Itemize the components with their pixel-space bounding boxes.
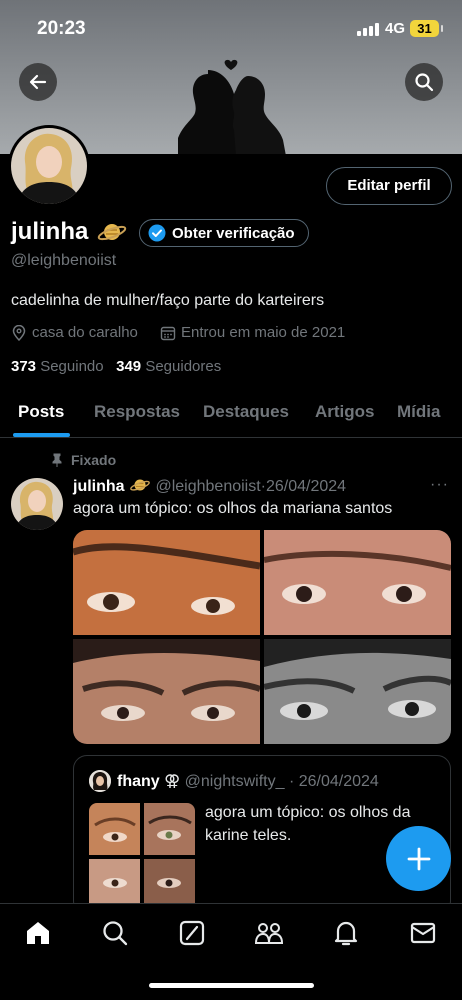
following-count: 373 bbox=[11, 358, 37, 375]
signal-icon bbox=[357, 23, 379, 36]
tweet-photo-4[interactable] bbox=[264, 639, 451, 744]
nav-communities[interactable] bbox=[254, 918, 284, 948]
pinned-label: Fixado bbox=[71, 452, 117, 468]
search-button[interactable] bbox=[405, 63, 443, 101]
tweet-photo-3[interactable] bbox=[73, 639, 260, 744]
nav-home[interactable] bbox=[23, 918, 53, 948]
nav-grok[interactable] bbox=[177, 918, 207, 948]
profile-tabs: Posts Respostas Destaques Artigos Mídia bbox=[0, 400, 462, 438]
avatar-photo bbox=[11, 128, 87, 204]
tab-posts[interactable]: Posts bbox=[18, 402, 64, 422]
quoted-separator: · bbox=[288, 773, 295, 790]
messages-icon bbox=[410, 922, 436, 944]
profile-avatar[interactable] bbox=[8, 125, 90, 207]
profile-location: casa do caralho bbox=[11, 324, 138, 341]
profile-bio: cadelinha de mulher/faço parte do kartei… bbox=[11, 292, 325, 309]
planet-emoji-icon bbox=[97, 224, 127, 241]
communities-icon bbox=[254, 923, 284, 944]
active-tab-indicator bbox=[13, 433, 70, 437]
search-icon bbox=[415, 73, 434, 92]
verified-badge-icon bbox=[148, 224, 166, 242]
nav-search[interactable] bbox=[100, 918, 130, 948]
plus-icon bbox=[407, 847, 430, 870]
get-verified-button[interactable]: Obter verificação bbox=[139, 219, 309, 247]
profile-joined: Entrou em maio de 2021 bbox=[160, 324, 345, 341]
get-verified-label: Obter verificação bbox=[172, 224, 295, 242]
tweet-photo-1[interactable] bbox=[73, 530, 260, 635]
location-label: casa do caralho bbox=[32, 324, 138, 341]
tweet-photo-2[interactable] bbox=[264, 530, 451, 635]
follow-stats: 373 Seguindo 349 Seguidores bbox=[11, 358, 221, 375]
quoted-tweet-header: fhany ⚢ @nightswifty_ · 26/04/2024 bbox=[117, 771, 379, 791]
tweet-photo-grid bbox=[73, 530, 451, 744]
home-indicator bbox=[149, 983, 314, 988]
nav-messages[interactable] bbox=[408, 918, 438, 948]
avatar-photo bbox=[11, 478, 63, 530]
quoted-author-handle: @nightswifty_ bbox=[184, 773, 285, 790]
tweet-author-name[interactable]: julinha bbox=[73, 478, 125, 495]
edit-profile-button[interactable]: Editar perfil bbox=[326, 167, 452, 205]
arrow-left-icon bbox=[29, 74, 47, 90]
grok-icon bbox=[179, 920, 205, 946]
calendar-icon bbox=[160, 326, 176, 340]
compose-post-button[interactable] bbox=[386, 826, 451, 891]
quoted-author-symbol: ⚢ bbox=[164, 773, 181, 790]
tweet-text: agora um tópico: os olhos da mariana san… bbox=[73, 500, 393, 517]
followers-link[interactable]: 349 Seguidores bbox=[116, 358, 221, 375]
search-icon bbox=[103, 921, 128, 946]
network-type: 4G bbox=[385, 20, 406, 37]
tweet-author-handle[interactable]: @leighbenoiist bbox=[155, 478, 260, 495]
quoted-date: 26/04/2024 bbox=[298, 773, 379, 790]
quoted-photo-grid bbox=[89, 803, 195, 911]
following-link[interactable]: 373 Seguindo bbox=[11, 358, 104, 375]
status-time: 20:23 bbox=[37, 18, 86, 39]
quoted-author-name: fhany bbox=[117, 773, 160, 790]
tab-replies[interactable]: Respostas bbox=[94, 402, 180, 422]
battery-icon: 31 bbox=[410, 20, 443, 37]
tweet-header: julinha @leighbenoiist·26/04/2024 bbox=[73, 476, 346, 496]
planet-emoji-icon bbox=[130, 479, 150, 491]
status-bar: 20:23 4G 31 bbox=[0, 0, 462, 56]
profile-display-name: julinha bbox=[11, 218, 89, 245]
followers-label: Seguidores bbox=[145, 358, 222, 375]
location-pin-icon bbox=[12, 324, 26, 341]
nav-notifications[interactable] bbox=[331, 918, 361, 948]
tab-articles[interactable]: Artigos bbox=[315, 402, 375, 422]
home-icon bbox=[27, 922, 49, 944]
profile-handle: @leighbenoiist bbox=[11, 252, 117, 269]
tweet-date[interactable]: 26/04/2024 bbox=[266, 478, 346, 495]
tab-highlights[interactable]: Destaques bbox=[203, 402, 289, 422]
pin-icon bbox=[52, 453, 62, 467]
following-label: Seguindo bbox=[40, 358, 104, 375]
pinned-indicator: Fixado bbox=[51, 452, 116, 468]
joined-label: Entrou em maio de 2021 bbox=[181, 324, 346, 341]
followers-count: 349 bbox=[116, 358, 142, 375]
tab-media[interactable]: Mídia bbox=[397, 402, 440, 422]
notifications-icon bbox=[334, 921, 358, 946]
back-button[interactable] bbox=[19, 63, 57, 101]
tweet-author-avatar[interactable] bbox=[11, 478, 63, 530]
tweet-more-button[interactable]: ··· bbox=[430, 476, 449, 494]
quoted-author-avatar bbox=[89, 770, 111, 792]
couple-silhouette-image bbox=[178, 59, 286, 154]
